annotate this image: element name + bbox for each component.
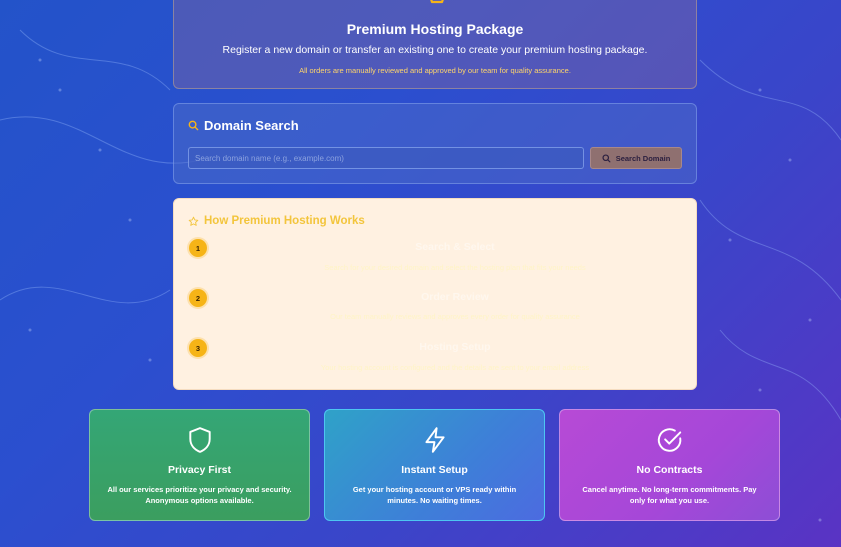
feature-title-privacy: Privacy First <box>167 464 232 476</box>
star-outline-icon <box>188 216 199 226</box>
package-card: Premium Hosting Package Register a new d… <box>173 0 697 89</box>
package-note: All orders are manually reviewed and app… <box>299 66 571 75</box>
how-it-works-card: How Premium Hosting Works 1 Search & Sel… <box>173 198 697 390</box>
how-it-works-heading: How Premium Hosting Works <box>188 215 365 227</box>
step-number-3: 3 <box>189 339 207 357</box>
step-number-1: 1 <box>189 239 207 257</box>
feature-card-contracts: No Contracts Cancel anytime. No long-ter… <box>559 409 780 521</box>
domain-search-input[interactable] <box>188 147 584 169</box>
package-subtitle: Register a new domain or transfer an exi… <box>222 44 648 56</box>
step-title-1: Search & Select <box>415 241 495 253</box>
shield-icon <box>188 427 211 453</box>
search-domain-button-label: Search Domain <box>615 153 671 163</box>
search-domain-button[interactable]: Search Domain <box>590 147 682 169</box>
search-icon <box>602 153 611 162</box>
feature-desc-instant: Get your hosting account or VPS ready wi… <box>352 485 517 506</box>
step-number-2: 2 <box>189 289 207 307</box>
feature-title-instant: Instant Setup <box>401 464 468 476</box>
domain-search-title: Domain Search <box>204 118 299 133</box>
star-icon <box>430 0 444 4</box>
step-desc-1: Search for your desired domain and selec… <box>324 263 586 272</box>
feature-desc-privacy: All our services prioritize your privacy… <box>107 485 292 506</box>
domain-search-card: Domain Search Search Domain <box>173 103 697 184</box>
feature-card-instant: Instant Setup Get your hosting account o… <box>324 409 545 521</box>
feature-title-contracts: No Contracts <box>636 464 703 476</box>
step-desc-3: Your hosting account is configured and t… <box>320 363 590 372</box>
how-it-works-title: How Premium Hosting Works <box>204 215 365 227</box>
check-circle-icon <box>657 428 681 452</box>
step-desc-2: Our team manually reviews and approves e… <box>330 312 580 321</box>
feature-card-privacy: Privacy First All our services prioritiz… <box>89 409 310 521</box>
domain-search-heading: Domain Search <box>188 118 299 133</box>
step-title-3: Hosting Setup <box>419 341 491 353</box>
package-title: Premium Hosting Package <box>346 21 524 37</box>
step-title-2: Order Review <box>421 291 489 303</box>
lightning-icon <box>424 427 445 453</box>
feature-desc-contracts: Cancel anytime. No long-term commitments… <box>582 485 757 506</box>
search-icon <box>188 120 199 131</box>
